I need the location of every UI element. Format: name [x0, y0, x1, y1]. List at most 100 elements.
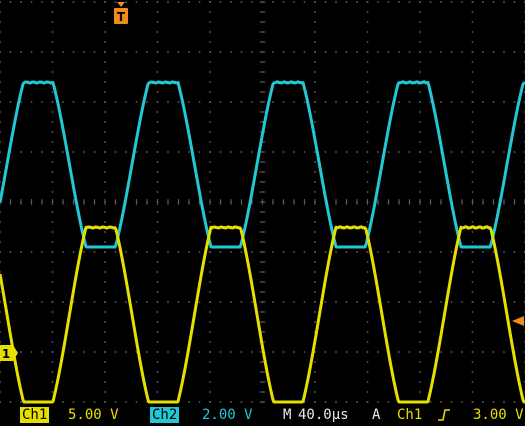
- grid-dot: [240, 401, 243, 403]
- grid-dot: [492, 401, 495, 403]
- grid-dot: [51, 61, 54, 63]
- grid-dot: [156, 301, 159, 303]
- grid-dot: [419, 271, 421, 273]
- grid-dot: [93, 401, 96, 403]
- grid-dot: [51, 131, 54, 133]
- grid-dot: [419, 241, 421, 243]
- grid-dot: [471, 111, 474, 113]
- grid-dot: [219, 401, 222, 403]
- grid-dot: [20, 251, 22, 253]
- grid-dot: [72, 151, 75, 153]
- grid-dot: [209, 261, 211, 263]
- grid-dot: [366, 321, 369, 323]
- grid-dot: [240, 51, 243, 53]
- grid-dot: [62, 301, 64, 303]
- grid-dot: [104, 371, 106, 373]
- grid-dot: [30, 101, 33, 103]
- grid-dot: [419, 121, 421, 123]
- grid-dot: [314, 111, 316, 113]
- grid-dot: [419, 61, 421, 63]
- grid-dot: [471, 231, 474, 233]
- ch2-label[interactable]: Ch2: [150, 407, 180, 423]
- grid-dot: [314, 301, 316, 303]
- grid-dot: [0, 361, 1, 363]
- grid-dot: [471, 151, 474, 153]
- grid-dot: [188, 301, 190, 303]
- grid-dot: [471, 241, 474, 243]
- grid-dot: [104, 251, 106, 253]
- grid-dot: [314, 51, 316, 53]
- grid-dot: [314, 191, 316, 193]
- grid-dot: [345, 401, 348, 403]
- grid-dot: [0, 151, 1, 153]
- grid-dot: [0, 261, 1, 263]
- grid-dot: [366, 401, 369, 403]
- grid-dot: [366, 121, 369, 123]
- grid-dot: [335, 301, 337, 303]
- grid-dot: [230, 51, 232, 53]
- grid-dot: [324, 301, 327, 303]
- grid-dot: [240, 301, 243, 303]
- grid-dot: [366, 41, 369, 43]
- grid-dot: [471, 391, 474, 393]
- acquire-mode: A: [372, 407, 381, 423]
- grid-dot: [314, 151, 316, 153]
- grid-dot: [209, 381, 211, 383]
- grid-dot: [282, 51, 285, 53]
- grid-dot: [471, 331, 474, 333]
- grid-dot: [93, 101, 96, 103]
- grid-dot: [51, 41, 54, 43]
- grid-dot: [135, 251, 138, 253]
- grid-dot: [104, 141, 106, 143]
- grid-dot: [251, 101, 253, 103]
- grid-dot: [0, 71, 1, 73]
- timebase-value[interactable]: 40.0µs: [298, 407, 349, 423]
- grid-dot: [419, 131, 421, 133]
- grid-dot: [209, 271, 211, 273]
- grid-dot: [209, 91, 211, 93]
- grid-dot: [104, 401, 106, 403]
- grid-dot: [0, 11, 1, 13]
- grid-dot: [230, 351, 232, 353]
- grid-dot: [324, 51, 327, 53]
- grid-dot: [209, 131, 211, 133]
- grid-dot: [146, 351, 148, 353]
- grid-dot: [251, 401, 253, 403]
- grid-dot: [398, 51, 400, 53]
- grid-dot: [51, 21, 54, 23]
- grid-dot: [104, 91, 106, 93]
- grid-dot: [209, 11, 211, 13]
- grid-dot: [419, 211, 421, 213]
- grid-dot: [314, 181, 316, 183]
- grid-dot: [398, 351, 400, 353]
- grid-dot: [513, 151, 516, 153]
- grid-dot: [366, 191, 369, 193]
- grid-dot: [513, 51, 516, 53]
- grid-dot: [429, 51, 432, 53]
- grid-dot: [377, 51, 379, 53]
- grid-dot: [251, 51, 253, 53]
- grid-dot: [314, 401, 316, 403]
- grid-dot: [156, 181, 159, 183]
- grid-dot: [0, 381, 1, 383]
- ch1-label[interactable]: Ch1: [20, 407, 50, 423]
- grid-dot: [0, 161, 1, 163]
- grid-dot: [482, 151, 484, 153]
- grid-dot: [156, 191, 159, 193]
- grid-dot: [429, 401, 432, 403]
- grid-dot: [335, 51, 337, 53]
- grid-dot: [41, 351, 43, 353]
- trigger-source[interactable]: Ch1: [397, 407, 422, 423]
- grid-dot: [293, 101, 295, 103]
- grid-dot: [104, 361, 106, 363]
- grid-dot: [471, 381, 474, 383]
- grid-dot: [419, 261, 421, 263]
- grid-dot: [177, 1, 180, 3]
- grid-dot: [408, 101, 411, 103]
- grid-dot: [419, 11, 421, 13]
- grid-dot: [72, 401, 75, 403]
- grid-dot: [114, 51, 117, 53]
- grid-dot: [135, 401, 138, 403]
- grid-dot: [114, 1, 117, 3]
- grid-dot: [209, 51, 211, 53]
